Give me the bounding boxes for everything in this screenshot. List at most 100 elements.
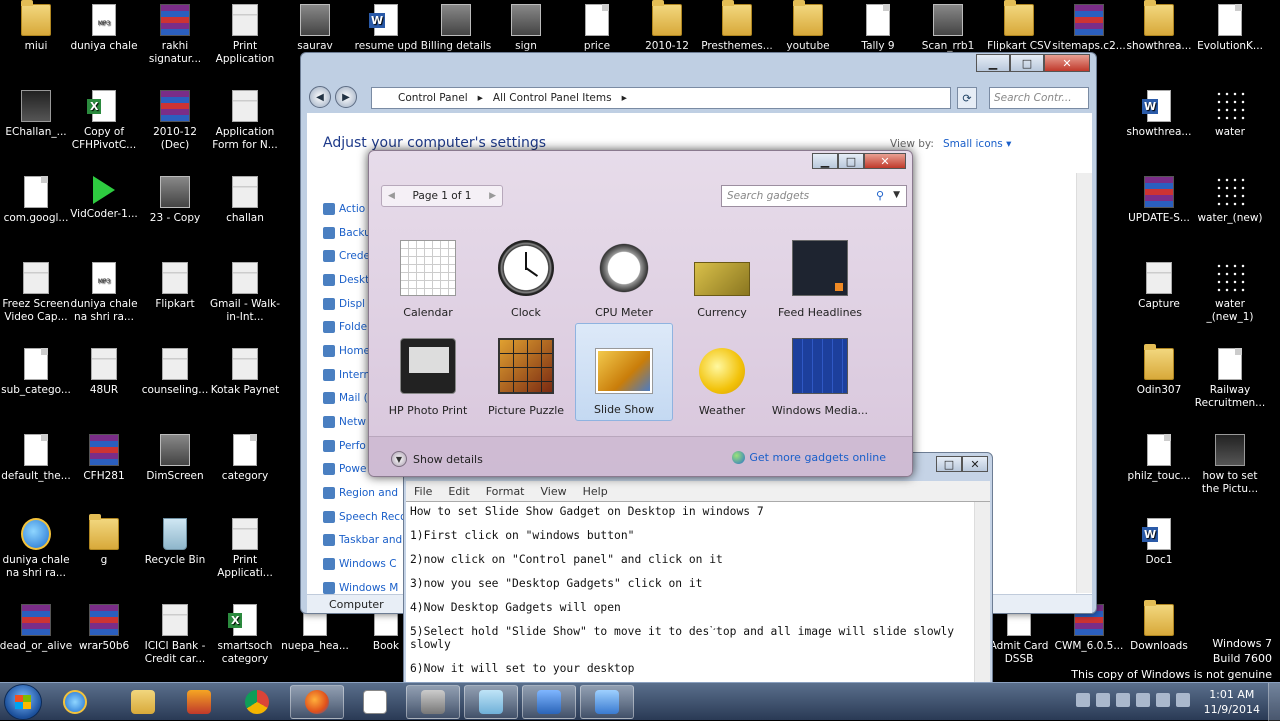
desktop-icon[interactable]: philz_touc... <box>1123 434 1195 518</box>
desktop-icon[interactable]: duniya chale na shri ra... <box>0 518 72 602</box>
forward-button[interactable]: ▶ <box>335 86 357 108</box>
desktop-icon[interactable]: Doc1 <box>1123 518 1195 602</box>
minimize-button[interactable]: ▁ <box>976 54 1010 72</box>
desktop-icon[interactable]: UPDATE-S... <box>1123 176 1195 260</box>
desktop-icon[interactable]: Recycle Bin <box>139 518 211 602</box>
menu-item[interactable]: Edit <box>440 485 477 498</box>
desktop-icon[interactable]: wrar50b6 <box>68 604 140 688</box>
taskbar-window[interactable] <box>348 685 402 719</box>
desktop-icon[interactable]: EvolutionK... <box>1194 4 1266 88</box>
address-bar[interactable]: Control Panel ▸ All Control Panel Items … <box>371 87 951 109</box>
next-page-icon[interactable]: ▶ <box>489 191 496 201</box>
gadget-tile[interactable]: Weather <box>673 323 771 421</box>
dropbox-icon[interactable] <box>1136 693 1150 707</box>
taskbar-camera[interactable] <box>406 685 460 719</box>
view-by-dropdown[interactable]: Small icons ▾ <box>943 138 1011 150</box>
desktop-icon[interactable]: Copy of CFHPivotC... <box>68 90 140 174</box>
gadget-tile[interactable]: Feed Headlines <box>771 225 869 323</box>
desktop-icon[interactable]: miui <box>0 0 72 88</box>
flag-icon[interactable] <box>1116 693 1130 707</box>
gadget-tile[interactable]: CPU Meter <box>575 225 673 323</box>
start-button[interactable] <box>4 684 42 720</box>
control-panel-item[interactable]: Taskbar and <box>323 529 407 553</box>
search-icon[interactable]: ⚲ <box>876 189 884 202</box>
desktop-icon[interactable]: Freez Screen Video Cap... <box>0 262 72 346</box>
network-icon[interactable] <box>1156 693 1170 707</box>
desktop-icon[interactable]: water <box>1194 90 1266 174</box>
menu-item[interactable]: File <box>406 485 440 498</box>
volume-icon[interactable] <box>1176 693 1190 707</box>
control-panel-item[interactable]: Speech Reco <box>323 505 407 529</box>
desktop-icon[interactable]: challan <box>209 176 281 260</box>
desktop-icon[interactable]: water_(new) <box>1194 176 1266 260</box>
taskbar-chrome[interactable] <box>230 685 284 719</box>
gadget-tile[interactable]: Clock <box>477 225 575 323</box>
notepad-text-area[interactable]: How to set Slide Show Gadget on Desktop … <box>406 501 990 691</box>
desktop-icon[interactable]: Gmail - Walk-in-Int... <box>209 262 281 346</box>
maximize-button[interactable]: □ <box>838 153 864 169</box>
gadget-tile[interactable]: Currency <box>673 225 771 323</box>
desktop-icon[interactable]: Application Form for N... <box>209 90 281 174</box>
notepad-window[interactable]: □ ✕ File Edit Format View Help How to set Sl… <box>403 452 993 691</box>
desktop-icon[interactable]: how to set the Pictu... <box>1194 434 1266 518</box>
taskbar-gadgets[interactable] <box>522 685 576 719</box>
menu-item[interactable]: Help <box>575 485 616 498</box>
taskbar-firefox[interactable] <box>290 685 344 719</box>
desktop-icon[interactable]: smartsoch category <box>209 604 281 688</box>
desktop-icon[interactable]: com.googl... <box>0 176 72 260</box>
scrollbar[interactable] <box>1076 173 1092 593</box>
desktop-icon[interactable]: Railway Recruitmen... <box>1194 348 1266 432</box>
taskbar-media-player[interactable] <box>172 685 226 719</box>
show-desktop-button[interactable] <box>1268 683 1280 721</box>
show-details-button[interactable]: ▼ Show details <box>391 451 483 467</box>
gadget-search-input[interactable]: Search gadgets ⚲ ▼ <box>721 185 907 207</box>
address-part-all-items[interactable]: All Control Panel Items <box>493 92 612 104</box>
desktop-icon[interactable]: duniya chale na shri ra... <box>68 262 140 346</box>
gadget-tile[interactable]: Calendar <box>379 225 477 323</box>
gadget-tile[interactable]: HP Photo Print <box>379 323 477 421</box>
chevron-down-icon[interactable]: ▼ <box>893 190 900 200</box>
taskbar-clock[interactable]: 1:01 AM 11/9/2014 <box>1204 687 1260 717</box>
gadget-tile[interactable]: Picture Puzzle <box>477 323 575 421</box>
desktop-icon[interactable]: Kotak Paynet <box>209 348 281 432</box>
maximize-button[interactable]: □ <box>936 456 962 472</box>
prev-page-icon[interactable]: ◀ <box>388 191 395 201</box>
scrollbar[interactable] <box>974 502 990 691</box>
desktop-icon[interactable]: ICICI Bank - Credit car... <box>139 604 211 688</box>
taskbar-explorer[interactable] <box>116 685 170 719</box>
maximize-button[interactable]: □ <box>1010 54 1044 72</box>
desktop-icon[interactable]: duniya chale <box>68 4 140 88</box>
desktop-icon[interactable]: EChallan_... <box>0 90 72 174</box>
desktop-icon[interactable]: sub_catego... <box>0 348 72 432</box>
desktop-icon[interactable]: dead_or_alive <box>0 604 72 688</box>
close-button[interactable]: ✕ <box>962 456 988 472</box>
control-panel-item[interactable]: Region and <box>323 481 407 505</box>
taskbar-notepad[interactable] <box>464 685 518 719</box>
address-part-control-panel[interactable]: Control Panel <box>398 92 468 104</box>
gadget-tile[interactable]: Slide Show <box>575 323 673 421</box>
refresh-icon[interactable]: ⟳ <box>957 87 977 109</box>
desktop-icon[interactable]: rakhi signatur... <box>139 4 211 88</box>
desktop-icon[interactable]: VidCoder-1... <box>68 176 140 260</box>
tray-icon[interactable] <box>1096 693 1110 707</box>
desktop-icon[interactable]: DimScreen <box>139 434 211 518</box>
control-panel-search-input[interactable]: Search Contr... <box>989 87 1089 109</box>
desktop-icon[interactable]: g <box>68 514 140 602</box>
desktop-icon[interactable]: showthrea... <box>1123 90 1195 174</box>
gadgets-window[interactable]: ▁ □ ✕ ◀ Page 1 of 1 ▶ Search gadgets ⚲ ▼… <box>368 150 913 477</box>
menu-item[interactable]: View <box>533 485 575 498</box>
desktop-icon[interactable]: Print Application <box>209 4 281 88</box>
back-button[interactable]: ◀ <box>309 86 331 108</box>
desktop-icon[interactable]: Odin307 <box>1123 344 1195 432</box>
close-button[interactable]: ✕ <box>1044 54 1090 72</box>
desktop-icon[interactable]: Flipkart <box>139 262 211 346</box>
control-panel-item[interactable]: Windows C <box>323 552 407 576</box>
minimize-button[interactable]: ▁ <box>812 153 838 169</box>
taskbar-control-panel[interactable] <box>580 685 634 719</box>
desktop-icon[interactable]: 23 - Copy <box>139 176 211 260</box>
get-more-gadgets-link[interactable]: Get more gadgets online <box>732 451 886 464</box>
desktop-icon[interactable]: counseling... <box>139 348 211 432</box>
chrome-tray-icon[interactable] <box>1076 693 1090 707</box>
desktop-icon[interactable]: water _(new_1) <box>1194 262 1266 346</box>
taskbar-ie[interactable] <box>48 685 102 719</box>
